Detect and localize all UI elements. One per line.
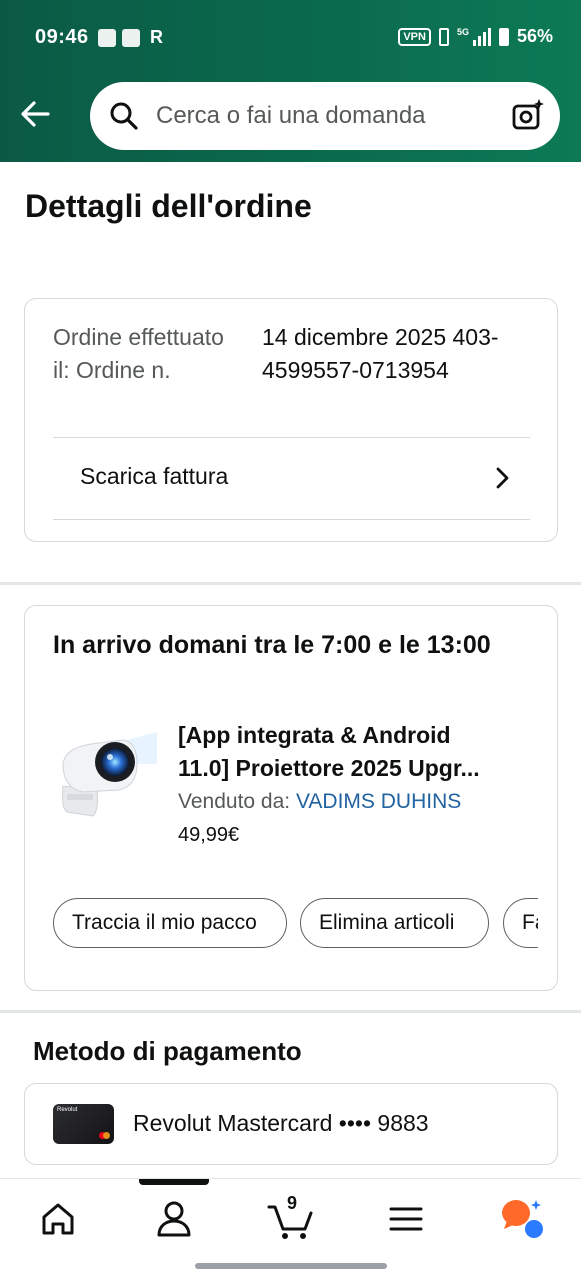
divider <box>53 437 530 438</box>
product-image[interactable] <box>53 724 157 820</box>
signal-icon: 5G <box>456 26 491 46</box>
card-brand: Revolut <box>57 1107 78 1113</box>
product-price: 49,99€ <box>178 824 240 846</box>
rufus-assistant-icon[interactable] <box>500 1197 544 1241</box>
system-status-icons: VPN 5G 56% <box>398 26 553 47</box>
page-title: Dettagli dell'ordine <box>25 188 312 224</box>
search-bar[interactable] <box>90 82 560 150</box>
notification-app-icon <box>98 28 116 47</box>
cart-count: 9 <box>287 1193 298 1213</box>
sold-by-label: Venduto da: <box>178 790 291 813</box>
account-icon[interactable] <box>152 1197 196 1241</box>
menu-icon[interactable] <box>384 1197 428 1241</box>
sold-by: Venduto da: VADIMS DUHINS <box>178 790 461 814</box>
shipment-card: In arrivo domani tra le 7:00 e le 13:00 … <box>24 605 558 991</box>
download-invoice-label: Scarica fattura <box>80 463 229 489</box>
battery-icon <box>498 27 509 46</box>
section-separator <box>0 582 581 585</box>
vpn-icon: VPN <box>398 27 431 46</box>
notification-icons: R <box>98 27 163 48</box>
carrier-letter: R <box>150 27 163 47</box>
search-icon <box>108 100 140 137</box>
camera-ai-icon[interactable] <box>510 97 546 138</box>
chevron-right-icon <box>492 465 512 496</box>
download-invoice-row[interactable]: Scarica fattura <box>53 439 530 519</box>
seller-link[interactable]: VADIMS DUHINS <box>296 790 461 813</box>
search-input[interactable] <box>156 82 486 150</box>
home-icon[interactable] <box>36 1197 80 1241</box>
order-summary-card: Ordine effettuato il: Ordine n. 14 dicem… <box>24 298 558 542</box>
payment-card-label: Revolut Mastercard •••• 9883 <box>133 1110 429 1136</box>
order-labels: Ordine effettuato il: Ordine n. <box>53 324 224 383</box>
track-package-button[interactable]: Traccia il mio pacco <box>53 898 287 948</box>
vibrate-icon <box>438 27 449 46</box>
divider <box>53 519 530 520</box>
battery-percent: 56% <box>516 26 553 46</box>
status-bar: 09:46 R VPN 5G 56% <box>0 0 581 72</box>
active-tab-indicator <box>139 1179 209 1185</box>
delivery-estimate: In arrivo domani tra le 7:00 e le 13:00 <box>53 631 491 659</box>
shipment-actions: Traccia il mio pacco Elimina articoli Fa <box>53 898 538 950</box>
section-separator <box>0 1010 581 1013</box>
delete-items-button[interactable]: Elimina articoli <box>300 898 489 948</box>
product-title[interactable]: [App integrata & Android 11.0] Proiettor… <box>178 719 538 785</box>
more-action-button[interactable]: Fa <box>503 898 538 948</box>
gesture-home-bar[interactable] <box>195 1263 387 1269</box>
revolut-card-image: Revolut <box>53 1104 114 1144</box>
payment-method-title: Metodo di pagamento <box>33 1036 302 1066</box>
product-title-line1: [App integrata & Android <box>178 722 451 748</box>
app-header: 09:46 R VPN 5G 56% <box>0 0 581 162</box>
notification-app-icon <box>122 28 140 47</box>
network-type: 5G <box>456 26 469 37</box>
back-arrow-icon[interactable] <box>18 96 54 132</box>
status-time: 09:46 <box>35 26 89 48</box>
product-title-line2: 11.0] Proiettore 2025 Upgr... <box>178 755 480 781</box>
order-values: 14 dicembre 2025 403-4599557-0713954 <box>262 324 499 383</box>
payment-method-card: Revolut Revolut Mastercard •••• 9883 <box>24 1083 558 1165</box>
